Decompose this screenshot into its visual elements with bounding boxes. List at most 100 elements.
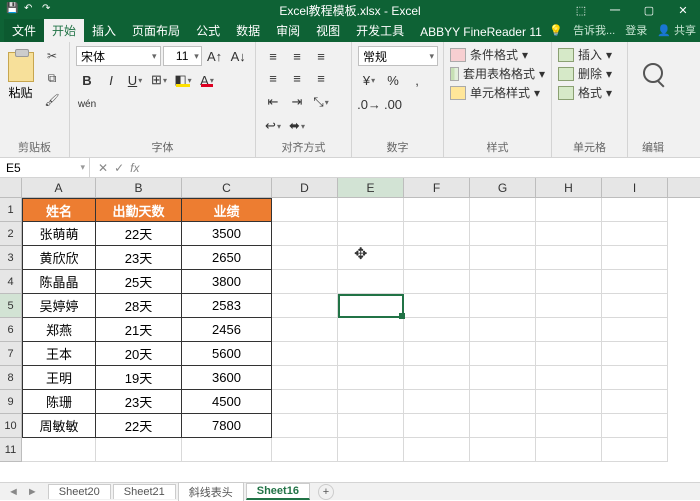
cell[interactable]: 陈晶晶 bbox=[22, 270, 96, 294]
share-button[interactable]: 👤 共享 bbox=[657, 22, 696, 38]
cell[interactable] bbox=[602, 390, 668, 414]
cell[interactable]: 业绩 bbox=[182, 198, 272, 222]
tab-view[interactable]: 视图 bbox=[308, 19, 348, 42]
italic-button[interactable]: I bbox=[100, 70, 122, 90]
row-header[interactable]: 7 bbox=[0, 342, 22, 366]
sheet-tab-diagonal[interactable]: 斜线表头 bbox=[178, 482, 244, 501]
cell[interactable] bbox=[470, 294, 536, 318]
number-format-select[interactable]: 常规 bbox=[358, 46, 438, 66]
increase-decimal-icon[interactable]: .0→ bbox=[358, 94, 380, 114]
cell[interactable] bbox=[602, 318, 668, 342]
align-top-icon[interactable]: ≡ bbox=[262, 46, 284, 66]
font-color-button[interactable]: A bbox=[196, 70, 218, 90]
col-header-b[interactable]: B bbox=[96, 178, 182, 197]
merge-center-icon[interactable]: ⬌ bbox=[286, 116, 308, 136]
cell[interactable] bbox=[470, 390, 536, 414]
align-left-icon[interactable]: ≡ bbox=[262, 68, 284, 88]
cell[interactable] bbox=[602, 198, 668, 222]
cell[interactable]: 23天 bbox=[96, 390, 182, 414]
sheet-tab-sheet20[interactable]: Sheet20 bbox=[48, 484, 111, 499]
cell[interactable] bbox=[96, 438, 182, 462]
col-header-f[interactable]: F bbox=[404, 178, 470, 197]
cell[interactable] bbox=[470, 438, 536, 462]
worksheet[interactable]: A B C D E F G H I 1姓名出勤天数业绩2张萌萌22天35003黄… bbox=[0, 178, 700, 482]
cell[interactable]: 21天 bbox=[96, 318, 182, 342]
cell[interactable]: 3600 bbox=[182, 366, 272, 390]
cell[interactable] bbox=[404, 390, 470, 414]
tell-me-input[interactable]: 告诉我... bbox=[573, 22, 615, 38]
cell[interactable]: 3500 bbox=[182, 222, 272, 246]
cell[interactable]: 23天 bbox=[96, 246, 182, 270]
cell[interactable]: 陈珊 bbox=[22, 390, 96, 414]
row-header[interactable]: 4 bbox=[0, 270, 22, 294]
row-header[interactable]: 1 bbox=[0, 198, 22, 222]
sheet-tab-sheet16[interactable]: Sheet16 bbox=[246, 483, 310, 500]
cell[interactable]: 张萌萌 bbox=[22, 222, 96, 246]
row-header[interactable]: 11 bbox=[0, 438, 22, 462]
cell[interactable] bbox=[404, 318, 470, 342]
cancel-formula-icon[interactable]: ✕ bbox=[98, 161, 108, 175]
cell[interactable] bbox=[602, 270, 668, 294]
row-header[interactable]: 10 bbox=[0, 414, 22, 438]
cell[interactable]: 25天 bbox=[96, 270, 182, 294]
cell[interactable] bbox=[272, 366, 338, 390]
cell[interactable]: 2456 bbox=[182, 318, 272, 342]
align-right-icon[interactable]: ≡ bbox=[310, 68, 332, 88]
tab-data[interactable]: 数据 bbox=[228, 19, 268, 42]
cell[interactable] bbox=[338, 366, 404, 390]
insert-cells-button[interactable]: 插入 ▾ bbox=[558, 46, 621, 63]
cell[interactable] bbox=[338, 414, 404, 438]
cell[interactable] bbox=[536, 438, 602, 462]
name-box[interactable]: E5 bbox=[0, 158, 90, 178]
row-header[interactable]: 6 bbox=[0, 318, 22, 342]
cell[interactable] bbox=[404, 342, 470, 366]
cell[interactable] bbox=[470, 198, 536, 222]
cell[interactable] bbox=[536, 222, 602, 246]
cell[interactable]: 姓名 bbox=[22, 198, 96, 222]
currency-icon[interactable]: ¥ bbox=[358, 70, 380, 90]
paste-button[interactable]: 粘贴 bbox=[6, 46, 35, 106]
cell[interactable] bbox=[536, 390, 602, 414]
cell[interactable] bbox=[404, 222, 470, 246]
cell[interactable] bbox=[536, 414, 602, 438]
cell[interactable] bbox=[536, 342, 602, 366]
cell[interactable] bbox=[404, 270, 470, 294]
font-size-select[interactable]: 11 bbox=[163, 46, 202, 66]
cell[interactable] bbox=[338, 342, 404, 366]
bold-button[interactable]: B bbox=[76, 70, 98, 90]
cell[interactable] bbox=[536, 246, 602, 270]
tab-developer[interactable]: 开发工具 bbox=[348, 19, 412, 42]
cell[interactable] bbox=[338, 438, 404, 462]
cell[interactable] bbox=[338, 294, 404, 318]
redo-icon[interactable]: ↷ bbox=[42, 3, 56, 17]
cell[interactable] bbox=[470, 270, 536, 294]
row-header[interactable]: 8 bbox=[0, 366, 22, 390]
signin-link[interactable]: 登录 bbox=[625, 22, 647, 38]
fx-icon[interactable]: fx bbox=[130, 161, 139, 175]
underline-button[interactable]: U bbox=[124, 70, 146, 90]
cell[interactable] bbox=[470, 414, 536, 438]
copy-icon[interactable]: ⧉ bbox=[41, 68, 63, 88]
percent-icon[interactable]: % bbox=[382, 70, 404, 90]
cell[interactable]: 王明 bbox=[22, 366, 96, 390]
cell[interactable] bbox=[272, 294, 338, 318]
cell[interactable] bbox=[536, 270, 602, 294]
cell[interactable]: 22天 bbox=[96, 222, 182, 246]
cell[interactable]: 28天 bbox=[96, 294, 182, 318]
cell[interactable] bbox=[470, 318, 536, 342]
cell[interactable] bbox=[602, 438, 668, 462]
tab-insert[interactable]: 插入 bbox=[84, 19, 124, 42]
ribbon-display-icon[interactable]: ⬚ bbox=[564, 0, 598, 20]
cell[interactable] bbox=[272, 198, 338, 222]
decrease-font-icon[interactable]: A↓ bbox=[227, 46, 249, 66]
tab-scroll-right-icon[interactable]: ► bbox=[27, 486, 38, 498]
enter-formula-icon[interactable]: ✓ bbox=[114, 161, 124, 175]
font-name-select[interactable]: 宋体 bbox=[76, 46, 161, 66]
cell[interactable] bbox=[338, 222, 404, 246]
border-button[interactable]: ⊞ bbox=[148, 70, 170, 90]
cell[interactable] bbox=[536, 366, 602, 390]
cell[interactable]: 王本 bbox=[22, 342, 96, 366]
cell[interactable] bbox=[272, 270, 338, 294]
cell[interactable]: 4500 bbox=[182, 390, 272, 414]
cell[interactable] bbox=[338, 390, 404, 414]
